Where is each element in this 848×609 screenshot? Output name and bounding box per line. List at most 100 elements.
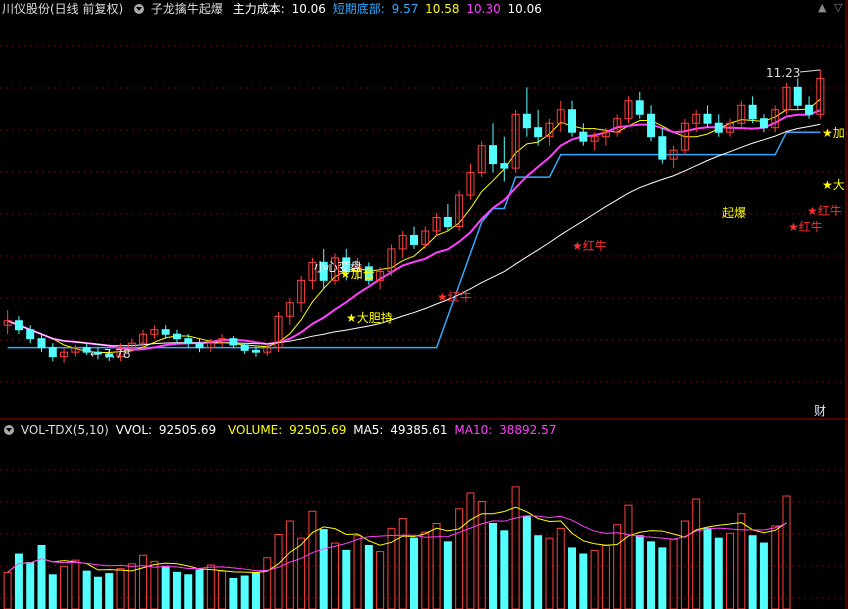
volume-bar (579, 553, 588, 609)
candle-body (37, 338, 46, 349)
signal-label: ★大胆持 (346, 310, 393, 325)
candle-body (658, 136, 667, 160)
volume-bar (240, 575, 249, 609)
signal-label: ★加 (822, 126, 845, 140)
stock-chart-window: 川仪股份(日线 前复权) 子龙擒牛起爆 主力成本: 10.06 短期底部: 9.… (0, 0, 848, 609)
volume-bar (195, 569, 204, 609)
candle-body (534, 127, 543, 138)
volume-bar (308, 510, 317, 609)
candle-body (805, 104, 814, 115)
volume-bar (556, 527, 565, 609)
candle-body (579, 131, 588, 142)
volume-bar (26, 562, 35, 609)
candle-body (195, 342, 204, 349)
signal-label: ★加仓 (340, 267, 375, 281)
volume-bar (71, 559, 80, 609)
volume-bar (601, 544, 610, 609)
candle-body (635, 100, 644, 115)
signal-label: ★红牛 (437, 289, 472, 304)
candle-body (410, 234, 418, 245)
signal-label: ★红牛 (572, 238, 607, 253)
candle-body (714, 122, 723, 133)
candle-body (26, 329, 35, 340)
volume-bar (184, 574, 193, 609)
volume-bar (590, 549, 599, 609)
volume-bar (93, 576, 102, 609)
volume-bar (105, 573, 114, 609)
volume-bar (782, 495, 791, 609)
candle-body (240, 344, 249, 351)
volume-bar (613, 524, 622, 609)
candle-body (229, 338, 238, 346)
ma5-line (7, 98, 821, 354)
candle-body (703, 113, 712, 124)
volume-bar (703, 527, 712, 609)
volume-bar (48, 574, 57, 609)
candle-body (522, 113, 531, 129)
volume-bar (251, 571, 260, 609)
signal-label: ★大 (822, 178, 845, 192)
candle-body (172, 333, 181, 340)
volume-bar (139, 554, 148, 609)
volume-bar (60, 565, 69, 609)
signal-label: ★红牛 (807, 203, 842, 218)
volume-bar (172, 571, 181, 609)
volume-bar (150, 560, 159, 609)
volume-bar (364, 544, 373, 609)
volume-bar (489, 523, 498, 609)
volume-bar (319, 529, 328, 609)
volume-bar (534, 535, 543, 609)
candle-body (184, 338, 193, 344)
signal-label: 起爆 (722, 206, 746, 220)
volume-bar (342, 549, 351, 609)
low-price-label: ← 7.78 (90, 347, 131, 361)
volume-bar (466, 492, 475, 609)
volume-bar (116, 568, 125, 609)
volume-bar (218, 570, 227, 609)
volume-bar (669, 538, 678, 609)
candle-body (48, 347, 57, 358)
candle-body (443, 217, 452, 227)
volume-bar (635, 535, 644, 609)
candle-body (748, 104, 757, 120)
volume-bar (376, 551, 385, 609)
candle-body (251, 349, 260, 353)
volume-bar (748, 535, 757, 609)
chart-canvas[interactable]: 11.23← 7.78财小心变盘★加仓★大胆持★红牛★红牛起爆 ★红牛★红牛★加★… (0, 0, 848, 609)
candle-body (568, 109, 577, 133)
volume-bar (161, 565, 170, 609)
candle-body (759, 118, 768, 129)
volume-bar (37, 544, 46, 609)
volume-bar (421, 531, 430, 609)
volume-bar (14, 553, 23, 609)
volume-bar (263, 557, 272, 609)
volume-bar (647, 541, 656, 609)
volume-bar (624, 504, 633, 609)
volume-bar (511, 486, 520, 609)
volume-bar (771, 525, 780, 609)
volume-bar (568, 547, 577, 609)
candle-body (489, 145, 498, 165)
volume-bar (658, 547, 667, 609)
candle-body (500, 163, 509, 169)
volume-bar (398, 518, 407, 609)
candle-body (647, 113, 656, 138)
candle-body (793, 86, 802, 106)
volume-bar (410, 537, 418, 609)
volume-bar (3, 571, 12, 609)
signal-label: ★红牛 (788, 219, 823, 234)
volume-bar (737, 513, 746, 609)
candle-body (161, 329, 170, 335)
volume-bar (206, 564, 215, 609)
volume-bar (477, 501, 486, 609)
volume-bar (82, 570, 91, 609)
high-price-pointer (799, 69, 821, 73)
volume-bar (500, 530, 509, 609)
volume-bar (522, 515, 531, 609)
finance-marker: 财 (814, 404, 826, 418)
volume-bar (330, 542, 339, 609)
volume-bar (714, 537, 723, 609)
high-price-label: 11.23 (766, 66, 800, 80)
volume-bar (692, 498, 701, 609)
volume-bar (455, 508, 464, 609)
